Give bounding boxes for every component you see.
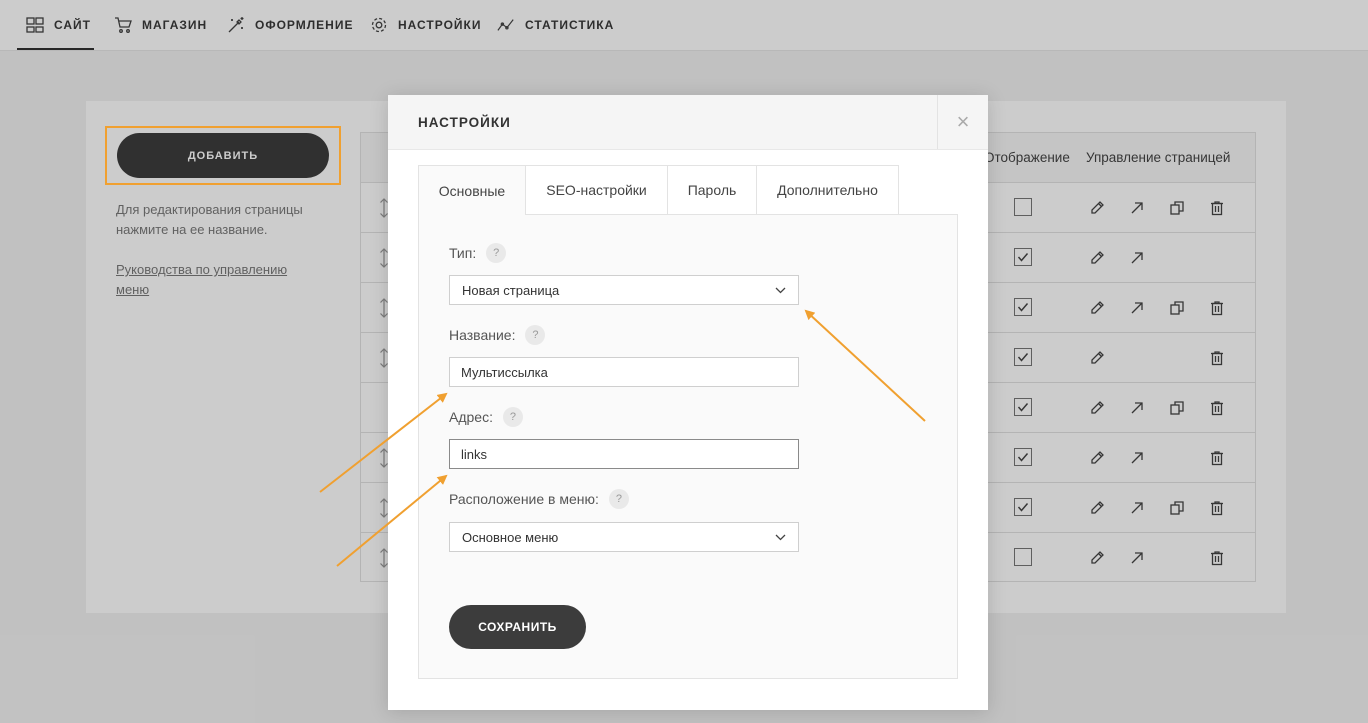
tab-seo[interactable]: SEO-настройки: [526, 165, 668, 214]
type-label-row: Тип: ?: [449, 243, 507, 263]
save-button[interactable]: СОХРАНИТЬ: [449, 605, 586, 649]
chevron-down-icon: [775, 534, 786, 540]
tab-advanced[interactable]: Дополнительно: [757, 165, 899, 214]
type-label: Тип:: [449, 245, 477, 261]
close-button[interactable]: ×: [937, 95, 988, 149]
name-label-row: Название: ?: [449, 325, 546, 345]
annotation-highlight-box: [105, 126, 341, 185]
menu-location-value: Основное меню: [462, 529, 559, 545]
help-icon[interactable]: ?: [525, 325, 546, 345]
help-icon[interactable]: ?: [608, 489, 629, 509]
menu-location-select[interactable]: Основное меню: [449, 522, 799, 552]
chevron-down-icon: [775, 287, 786, 293]
help-icon[interactable]: ?: [502, 407, 523, 427]
help-icon[interactable]: ?: [486, 243, 507, 263]
modal-title: НАСТРОЙКИ: [418, 115, 511, 130]
address-label-row: Адрес: ?: [449, 407, 523, 427]
modal-header: НАСТРОЙКИ ×: [388, 95, 988, 150]
address-label: Адрес:: [449, 409, 493, 425]
type-select[interactable]: Новая страница: [449, 275, 799, 305]
settings-modal: НАСТРОЙКИ × Основные SEO-настройки Парол…: [388, 95, 988, 710]
tab-panel-main: Тип: ? Новая страница Название: ? Адрес:…: [418, 214, 958, 679]
name-label: Название:: [449, 327, 516, 343]
close-icon: ×: [956, 109, 970, 134]
modal-tabs: Основные SEO-настройки Пароль Дополнител…: [418, 165, 958, 215]
tab-password[interactable]: Пароль: [668, 165, 757, 214]
type-select-value: Новая страница: [462, 282, 560, 298]
tab-main[interactable]: Основные: [418, 165, 526, 215]
menu-location-label: Расположение в меню:: [449, 491, 599, 507]
name-input[interactable]: [449, 357, 799, 387]
menu-location-label-row: Расположение в меню: ?: [449, 489, 629, 509]
address-input[interactable]: [449, 439, 799, 469]
